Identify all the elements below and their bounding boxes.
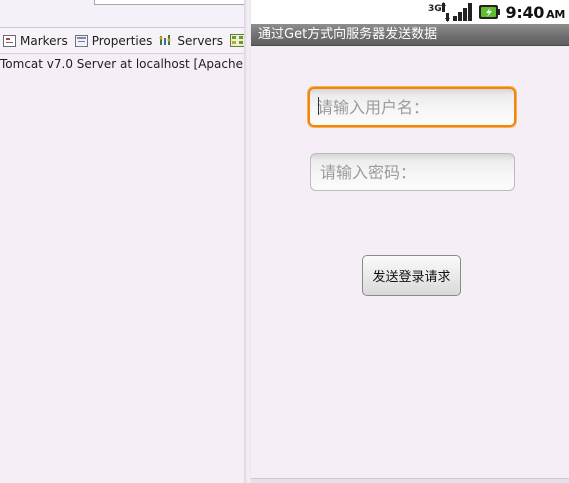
eclipse-views-tabbar: Markers Properties Servers <box>0 27 246 54</box>
send-login-request-button[interactable]: 发送登录请求 <box>362 255 461 296</box>
password-input[interactable] <box>310 153 515 191</box>
signal-icon <box>452 2 474 22</box>
android-emulator-screen: 3G 9:40 AM 通过Get方式向服务器发送数据 请输入用户名： 请输入密码… <box>251 0 569 483</box>
tab-markers[interactable]: Markers <box>0 28 72 53</box>
tab-properties[interactable]: Properties <box>72 28 157 53</box>
data-source-explorer-icon <box>230 34 245 47</box>
tab-markers-label: Markers <box>20 33 68 48</box>
status-time-value: 9:40 <box>505 2 545 22</box>
network-type-label: 3G <box>428 4 442 14</box>
eclipse-panel: Markers Properties Servers Tomcat v7.0 S… <box>0 0 246 483</box>
console-process-label: Tomcat v7.0 Server at localhost [Apache … <box>0 57 246 71</box>
servers-icon <box>159 34 173 47</box>
tab-properties-label: Properties <box>91 33 153 48</box>
3g-icon: 3G <box>428 2 450 22</box>
markers-icon <box>3 34 16 47</box>
battery-charging-icon <box>478 3 500 21</box>
status-icons: 3G 9:40 AM <box>428 0 565 24</box>
status-bar: 3G 9:40 AM <box>251 0 569 24</box>
properties-icon <box>74 34 88 47</box>
status-time-ampm: AM <box>546 7 565 21</box>
app-title: 通过Get方式向服务器发送数据 <box>258 27 438 42</box>
eclipse-top-field[interactable] <box>94 0 246 5</box>
tab-servers-label: Servers <box>177 33 223 48</box>
status-time: 9:40 AM <box>505 2 566 22</box>
tab-servers[interactable]: Servers <box>156 28 227 53</box>
eclipse-toolbar-area <box>0 0 246 27</box>
app-title-bar: 通过Get方式向服务器发送数据 <box>251 24 569 46</box>
text-cursor <box>318 97 319 115</box>
app-content: 发送登录请求 <box>251 46 569 478</box>
username-input[interactable] <box>308 87 516 127</box>
pane-splitter[interactable] <box>244 0 251 483</box>
screen-bottom-edge <box>251 478 569 483</box>
